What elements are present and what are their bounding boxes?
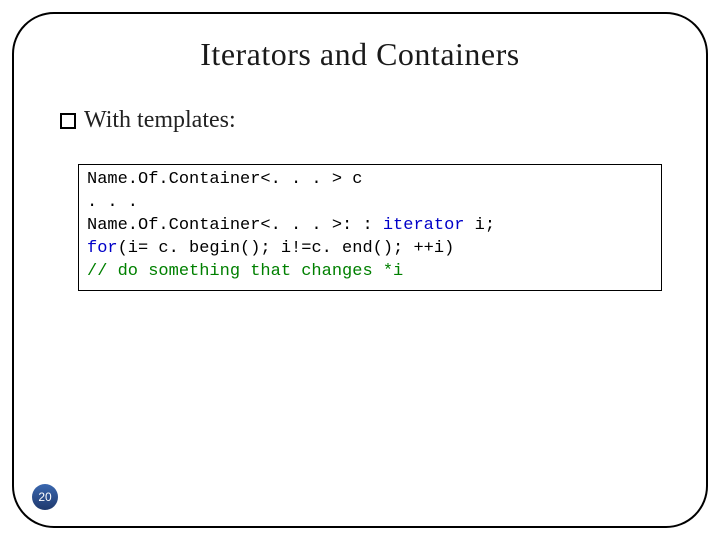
code-line: . . . [87,192,653,215]
bullet-text: With templates: [84,107,236,134]
code-keyword: for [87,239,118,258]
code-text: Name.Of.Container<. . . > c [87,170,362,189]
slide-title: Iterators and Containers [50,36,670,73]
code-text: (i= c. begin(); i!=c. end(); ++i) [118,239,455,258]
square-bullet-icon [60,113,76,129]
code-text: i; [464,216,495,235]
code-line: for(i= c. begin(); i!=c. end(); ++i) [87,238,653,261]
code-block: Name.Of.Container<. . . > c . . . Name.O… [78,164,662,291]
code-comment: // do something that changes *i [87,262,403,281]
slide-frame: Iterators and Containers With templates:… [12,12,708,528]
code-line: Name.Of.Container<. . . >: : iterator i; [87,215,653,238]
code-text: . . . [87,193,138,212]
code-line: // do something that changes *i [87,261,653,284]
page-number-badge: 20 [32,484,58,510]
code-text: Name.Of.Container<. . . >: : [87,216,383,235]
bullet-row: With templates: [60,107,670,134]
page-number: 20 [38,490,51,504]
code-line: Name.Of.Container<. . . > c [87,169,653,192]
code-keyword: iterator [383,216,465,235]
